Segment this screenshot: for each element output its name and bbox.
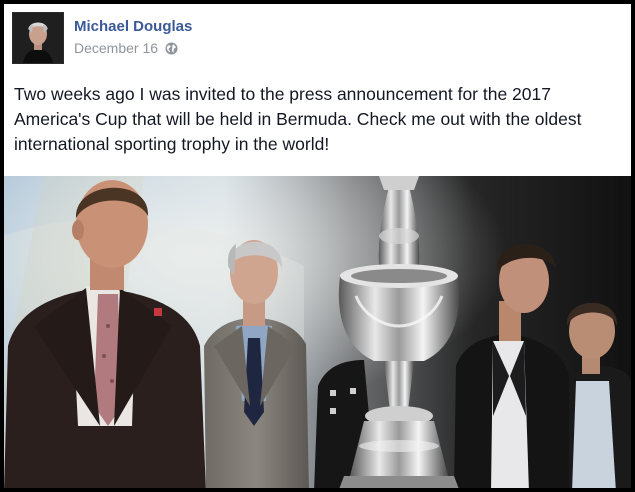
post-photo[interactable] [4, 176, 631, 488]
author-avatar[interactable] [12, 12, 64, 64]
post-meta: December 16 [74, 39, 178, 57]
facebook-post: Michael Douglas December 16 Two weeks ag… [0, 0, 635, 492]
author-name-link[interactable]: Michael Douglas [74, 18, 192, 35]
post-message: Two weeks ago I was invited to the press… [14, 84, 582, 154]
post-timestamp[interactable]: December 16 [74, 40, 158, 56]
globe-icon[interactable] [165, 41, 178, 55]
post-header: Michael Douglas December 16 [12, 12, 612, 66]
